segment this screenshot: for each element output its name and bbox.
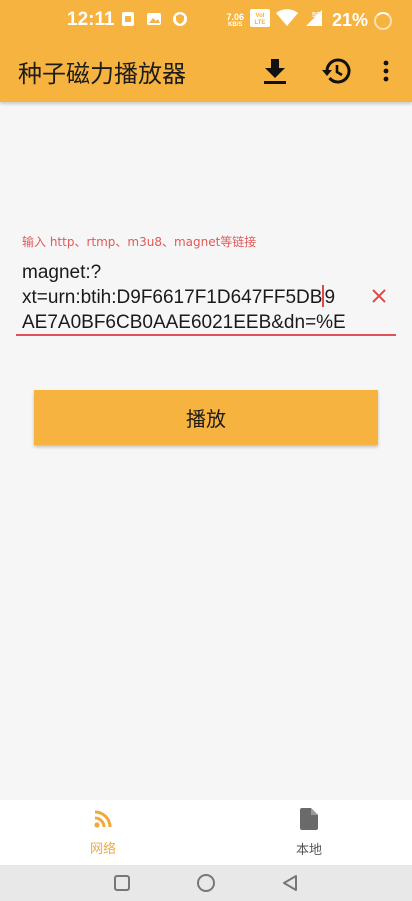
nav-item-local[interactable]: 本地 xyxy=(206,800,412,865)
url-line-2: xt=urn:btih:D9F6617F1D647FF5DB 9 xyxy=(22,285,362,310)
gallery-icon xyxy=(146,11,162,31)
file-icon xyxy=(300,807,318,834)
battery-percent: 21% xyxy=(331,10,368,30)
home-icon[interactable] xyxy=(196,873,216,893)
more-vert-icon[interactable] xyxy=(374,55,398,87)
net-speed-unit: KB/S xyxy=(228,21,243,28)
notification-app-icon xyxy=(120,11,136,31)
status-right: 7.06 KB/S VoI LTE 5G 21% xyxy=(226,9,392,32)
system-nav-bar xyxy=(0,865,412,901)
url-line-2-text: xt=urn:btih:D9F6617F1D647FF5DB xyxy=(22,287,323,308)
download-icon[interactable] xyxy=(259,55,291,87)
url-input[interactable]: magnet:? xt=urn:btih:D9F6617F1D647FF5DB 9… xyxy=(22,260,362,335)
net-speed-value: 7.06 xyxy=(226,11,244,22)
url-line-3: AE7A0BF6CB0AAE6021EEB&dn=%E xyxy=(22,312,346,333)
notification-icons xyxy=(120,11,188,31)
volte-icon: VoI LTE xyxy=(249,9,270,32)
nav-item-network[interactable]: 网络 xyxy=(0,800,206,865)
url-line-1: magnet:? xyxy=(22,262,102,283)
screen: 12:11 7.06 KB/S VoI LTE 5G 21% 种子磁力播放器 输… xyxy=(0,0,412,901)
input-underline xyxy=(16,334,396,336)
svg-text:5G: 5G xyxy=(312,12,322,19)
shield-icon xyxy=(172,11,188,31)
app-title: 种子磁力播放器 xyxy=(18,60,186,88)
wifi-icon xyxy=(275,9,298,32)
signal-icon: 5G xyxy=(304,9,324,32)
nav-label-network: 网络 xyxy=(89,841,116,857)
url-line-2-tail: 9 xyxy=(324,287,336,308)
bottom-nav: 网络 本地 xyxy=(0,800,412,865)
svg-text:VoI: VoI xyxy=(256,13,265,19)
input-hint: 输入 http、rtmp、m3u8、magnet等链接 xyxy=(22,235,257,249)
nav-label-local: 本地 xyxy=(295,842,322,858)
recent-apps-icon[interactable] xyxy=(112,873,132,893)
history-icon[interactable] xyxy=(321,55,353,87)
close-icon[interactable] xyxy=(367,284,391,308)
status-bar: 12:11 7.06 KB/S VoI LTE 5G 21% xyxy=(0,0,412,40)
back-icon[interactable] xyxy=(280,873,300,893)
play-button-label: 播放 xyxy=(186,407,226,431)
play-button[interactable]: 播放 xyxy=(34,390,378,445)
app-bar: 种子磁力播放器 xyxy=(0,40,412,102)
status-time: 12:11 xyxy=(67,9,115,30)
svg-text:LTE: LTE xyxy=(255,20,266,26)
rss-feed-icon xyxy=(93,809,113,833)
net-speed: 7.06 KB/S xyxy=(226,11,244,29)
battery-icon xyxy=(374,11,392,30)
